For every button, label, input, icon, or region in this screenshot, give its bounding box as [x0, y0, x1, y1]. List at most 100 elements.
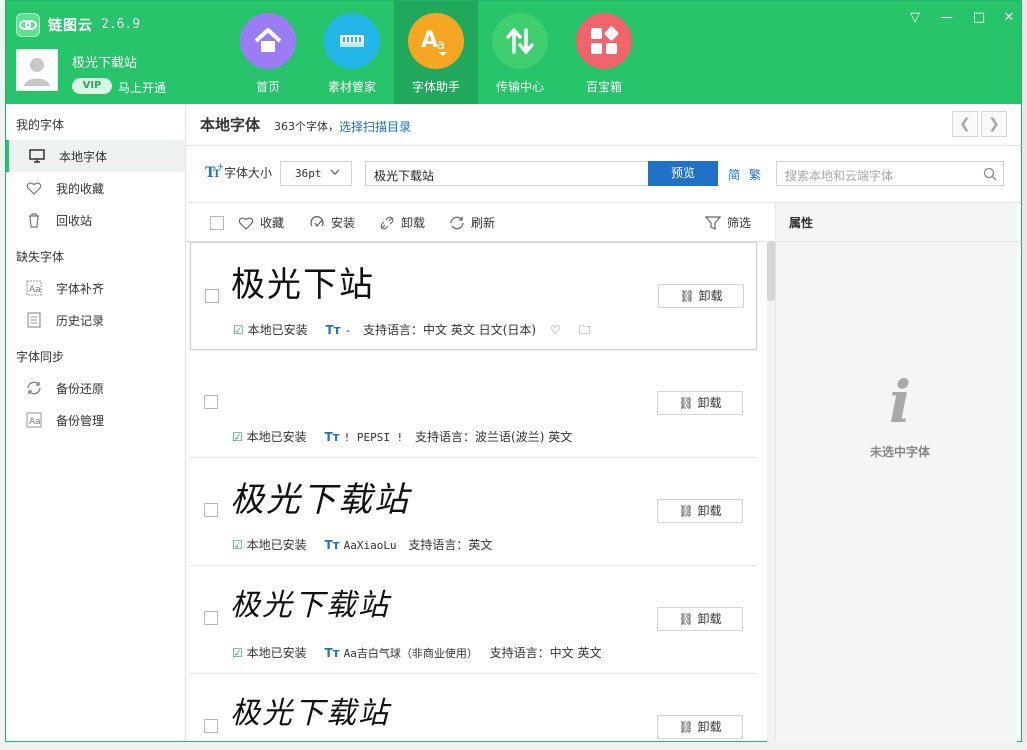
- history-icon: [26, 312, 42, 328]
- font-icon: Aa: [408, 13, 464, 69]
- installed-check-icon: ☑: [232, 430, 243, 444]
- nav-toolbox[interactable]: 百宝箱: [562, 1, 646, 104]
- nav-home[interactable]: 首页: [226, 1, 310, 104]
- font-uninstall-button[interactable]: ⛓ 卸载: [657, 715, 743, 739]
- font-type-icon: Tт: [324, 646, 340, 660]
- nav-material[interactable]: 素材管家: [310, 1, 394, 104]
- sidebar-item-local-fonts[interactable]: 本地字体: [6, 140, 185, 172]
- preview-button[interactable]: 预览: [648, 161, 718, 186]
- menu-dropdown-icon[interactable]: ▽: [904, 9, 926, 27]
- font-languages: 支持语言：波兰语(波兰) 英文: [415, 430, 573, 444]
- font-name: Aa吉白气球（非商业使用）: [343, 647, 478, 660]
- sidebar-section-my-fonts: 我的字体: [16, 118, 65, 132]
- install-button[interactable]: 安装: [309, 214, 355, 232]
- vip-open-link[interactable]: 马上开通: [118, 79, 166, 96]
- search-icon: [983, 167, 997, 184]
- sidebar-item-favorites[interactable]: 我的收藏: [6, 172, 185, 204]
- font-sample: 极光下载站: [230, 588, 390, 623]
- favorite-button[interactable]: 收藏: [238, 214, 284, 232]
- font-languages: 支持语言：英文: [408, 538, 493, 552]
- scrollbar-thumb[interactable]: [767, 241, 775, 301]
- properties-empty-text: 未选中字体: [869, 445, 930, 459]
- font-name: AaXiaoLu: [343, 539, 397, 552]
- font-uninstall-button[interactable]: ⛓ 卸载: [657, 607, 743, 631]
- install-status: 本地已安装: [246, 646, 307, 660]
- refresh-label: 刷新: [471, 216, 496, 230]
- sidebar-item-recycle-bin[interactable]: 回收站: [6, 204, 185, 236]
- install-label: 安装: [331, 216, 356, 230]
- font-uninstall-button[interactable]: ⛓ 卸载: [658, 284, 744, 308]
- sidebar-item-label: 备份还原: [56, 382, 105, 396]
- page-title: 本地字体: [200, 116, 261, 134]
- heart-icon: [26, 180, 42, 196]
- transfer-icon: [492, 13, 548, 69]
- search-input[interactable]: 搜索本地和云端字体: [776, 161, 1004, 186]
- install-icon: [310, 216, 324, 228]
- unlink-icon: ⛓: [678, 720, 698, 734]
- font-size-select[interactable]: 36pt: [280, 161, 352, 186]
- heart-icon[interactable]: ♡: [550, 323, 561, 337]
- backup-manage-icon: Aa: [26, 412, 42, 428]
- font-card[interactable]: 极光下载站 ⛓ 卸载: [190, 674, 757, 742]
- sidebar-item-backup-manage[interactable]: Aa 备份管理: [6, 404, 185, 436]
- avatar[interactable]: [16, 49, 58, 91]
- font-checkbox[interactable]: [204, 503, 218, 517]
- nav-font-assistant-label: 字体助手: [411, 80, 460, 94]
- refresh-icon: [450, 216, 464, 230]
- sidebar-item-font-fill[interactable]: Aa 字体补齐: [6, 272, 185, 304]
- svg-text:a: a: [437, 38, 445, 53]
- nav-font-assistant[interactable]: Aa 字体助手: [394, 1, 478, 104]
- font-sample: 极光下载站: [230, 696, 390, 731]
- refresh-button[interactable]: 刷新: [449, 214, 495, 232]
- font-uninstall-button[interactable]: ⛓ 卸载: [657, 499, 743, 523]
- simplified-chinese-toggle[interactable]: 简: [728, 166, 740, 183]
- filter-icon: [704, 216, 722, 230]
- font-checkbox[interactable]: [205, 289, 219, 303]
- font-fill-icon: Aa: [26, 280, 42, 296]
- scan-directory-link[interactable]: 选择扫描目录: [339, 118, 411, 135]
- folder-icon[interactable]: 🗀: [578, 323, 590, 337]
- sidebar-item-backup-restore[interactable]: 备份还原: [6, 372, 185, 404]
- sidebar-item-history[interactable]: 历史记录: [6, 304, 185, 336]
- font-card[interactable]: 极光下载站 ⛓ 卸载 ☑ 本地已安装 Tт Aa吉白气球（非商业使用） 支持语言：…: [190, 566, 757, 674]
- font-type-icon: Tт: [325, 323, 341, 337]
- maximize-icon[interactable]: □: [968, 9, 990, 27]
- prev-page-button[interactable]: ❮: [952, 111, 978, 137]
- installed-check-icon: ☑: [232, 538, 243, 552]
- chevron-right-icon: ❯: [988, 116, 1000, 132]
- divider: [186, 145, 1022, 146]
- uninstall-button[interactable]: 卸载: [379, 214, 425, 232]
- nav-transfer-label: 传输中心: [495, 80, 544, 94]
- font-meta: ☑ 本地已安装 Tт - 支持语言：中文 英文 日文(日本) ♡ 🗀: [233, 321, 590, 342]
- font-card[interactable]: 极光下载站 ⛓ 卸载 ☑ 本地已安装 Tт AaXiaoLu 支持语言：英文: [190, 458, 757, 566]
- font-checkbox[interactable]: [204, 395, 218, 409]
- nav-transfer[interactable]: 传输中心: [478, 1, 562, 104]
- filter-button[interactable]: 筛选: [704, 214, 752, 232]
- font-card[interactable]: ⛓ 卸载 ☑ 本地已安装 Tт! PEPSI ! 支持语言：波兰语(波兰) 英文: [190, 350, 757, 458]
- font-size-label: 字体大小: [224, 166, 273, 180]
- trash-icon: [26, 212, 42, 228]
- font-card[interactable]: 极光下站 ⛓ 卸载 ☑ 本地已安装 Tт - 支持语言：中文 英文 日文(日本) …: [190, 242, 757, 350]
- minimize-icon[interactable]: —: [936, 9, 958, 27]
- sidebar-section-font-sync: 字体同步: [16, 350, 65, 364]
- username[interactable]: 极光下载站: [72, 52, 137, 71]
- font-sample: 极光下载站: [230, 480, 410, 520]
- filter-label: 筛选: [727, 216, 752, 230]
- traditional-chinese-toggle[interactable]: 繁: [749, 166, 761, 183]
- sidebar-item-label: 字体补齐: [56, 282, 105, 296]
- monitor-icon: [29, 148, 45, 164]
- next-page-button[interactable]: ❯: [981, 111, 1007, 137]
- close-icon[interactable]: ✕: [998, 9, 1020, 27]
- font-checkbox[interactable]: [204, 611, 218, 625]
- font-name: ! PEPSI !: [343, 431, 404, 444]
- font-checkbox[interactable]: [204, 719, 218, 733]
- preview-text-input[interactable]: 极光下载站: [365, 161, 649, 186]
- font-size-icon: T T +: [205, 162, 225, 181]
- divider: [776, 241, 1022, 242]
- font-uninstall-button[interactable]: ⛓ 卸载: [657, 391, 743, 415]
- scrollbar[interactable]: [767, 241, 775, 742]
- select-all-checkbox[interactable]: [210, 216, 224, 230]
- sidebar: 我的字体 本地字体 我的收藏 回收站 缺失字体 Aa 字体补齐 历史记录 字体同…: [6, 104, 186, 741]
- vip-badge: VIP: [72, 78, 112, 94]
- properties-panel: [775, 203, 1017, 742]
